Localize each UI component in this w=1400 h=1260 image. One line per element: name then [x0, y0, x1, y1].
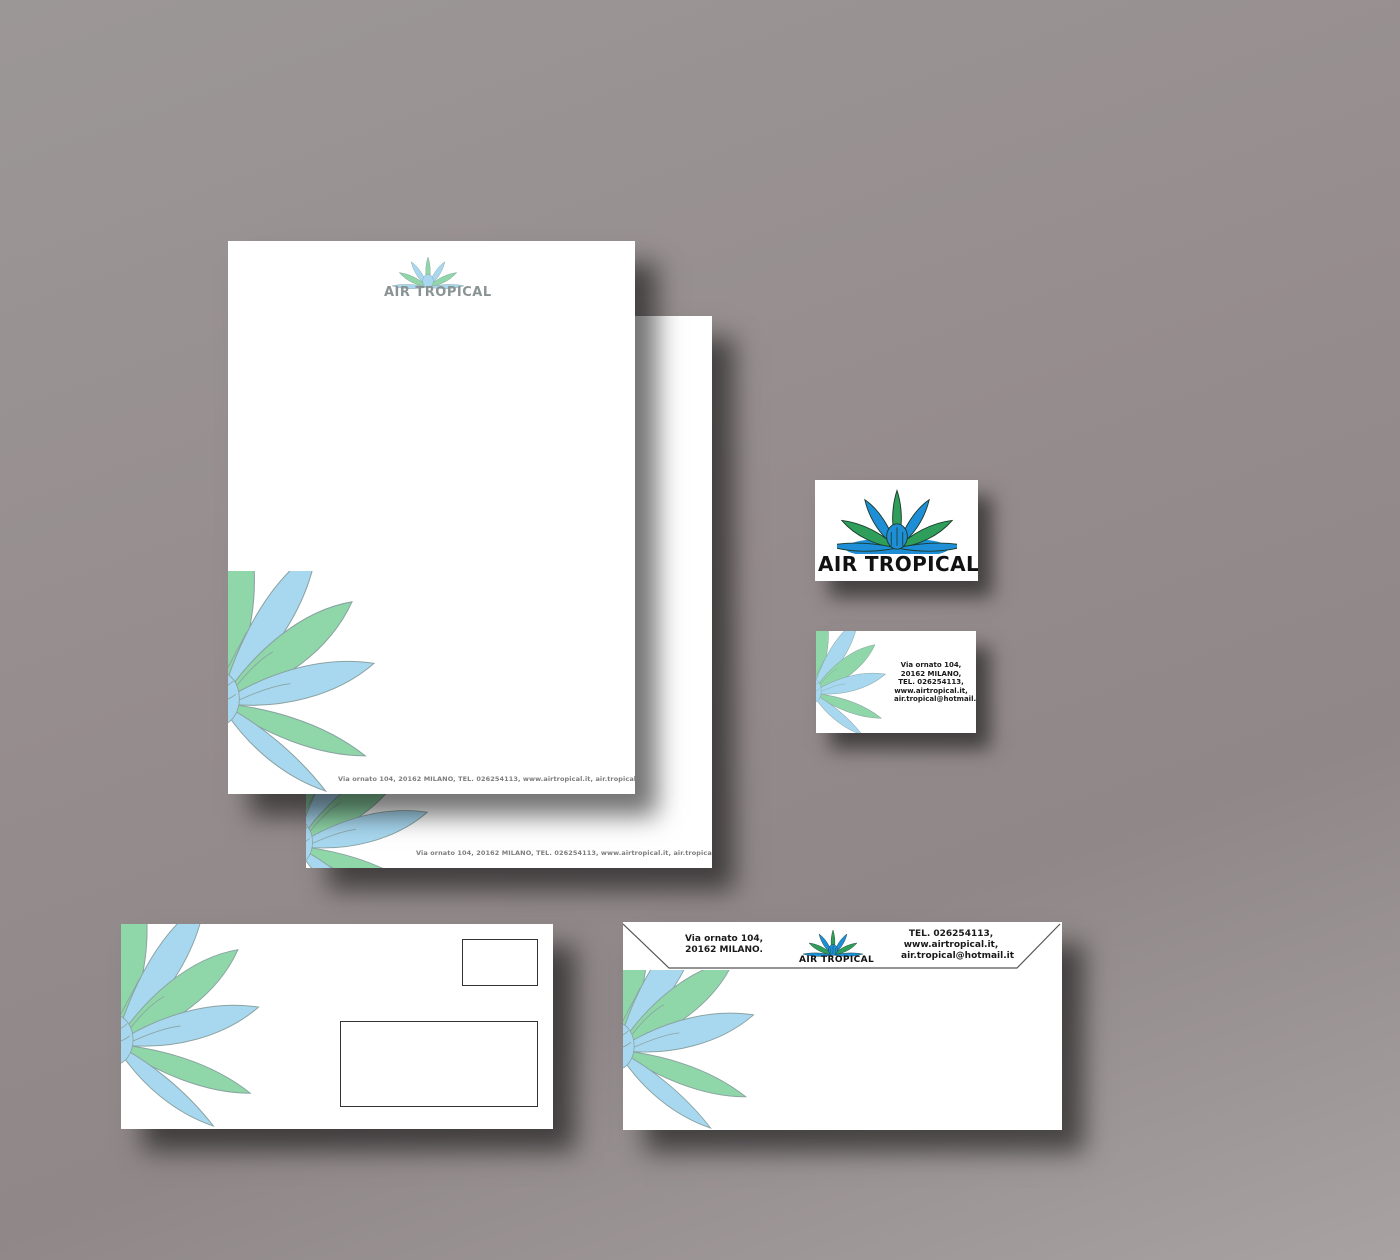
contact-line: www.airtropical.it, — [903, 940, 999, 950]
card-line: www.airtropical.it, — [894, 686, 968, 695]
lotus-watermark — [121, 924, 259, 1127]
contact-line: TEL. 026254113, — [908, 929, 994, 939]
logo-lotus-icon — [802, 929, 864, 957]
business-card-back: Via ornato 104, 20162 MILANO, TEL. 02625… — [816, 631, 976, 733]
business-card-address: Via ornato 104, 20162 MILANO, TEL. 02625… — [894, 661, 976, 704]
business-card-logo-text: AIR TROPICAL — [818, 552, 978, 576]
letterhead-footer: Via ornato 104, 20162 MILANO, TEL. 02625… — [416, 849, 712, 857]
card-line: TEL. 026254113, — [898, 678, 964, 687]
card-line: 20162 MILANO, — [900, 669, 962, 678]
lotus-watermark — [816, 631, 886, 733]
stamp-box — [462, 939, 538, 986]
lotus-watermark — [228, 571, 375, 792]
logo-lotus-icon — [391, 256, 465, 289]
letterhead-footer: Via ornato 104, 20162 MILANO, TEL. 02625… — [338, 775, 635, 783]
card-line: Via ornato 104, — [900, 661, 962, 669]
card-line: air.tropical@hotmail.it — [894, 695, 976, 704]
envelope-logo-text: AIR TROPICAL — [799, 955, 875, 965]
envelope-front — [121, 924, 553, 1129]
envelope-contact: TEL. 026254113, www.airtropical.it, air.… — [901, 929, 1014, 962]
envelope-back: Via ornato 104, 20162 MILANO. AIR TROPIC… — [623, 922, 1062, 1130]
business-card-front: AIR TROPICAL — [815, 480, 978, 581]
address-window — [340, 1021, 538, 1107]
contact-line: air.tropical@hotmail.it — [901, 951, 1014, 961]
address-line: 20162 MILANO. — [685, 945, 763, 955]
address-line: Via ornato 104, — [685, 934, 764, 944]
letterhead-front-sheet: AIR TROPICAL Via ornato 104, 20162 MILAN… — [228, 241, 635, 794]
letterhead-logo-text: AIR TROPICAL — [384, 285, 492, 300]
envelope-address: Via ornato 104, 20162 MILANO. — [685, 934, 763, 956]
logo-lotus-icon — [837, 490, 957, 554]
lotus-watermark — [623, 970, 754, 1129]
